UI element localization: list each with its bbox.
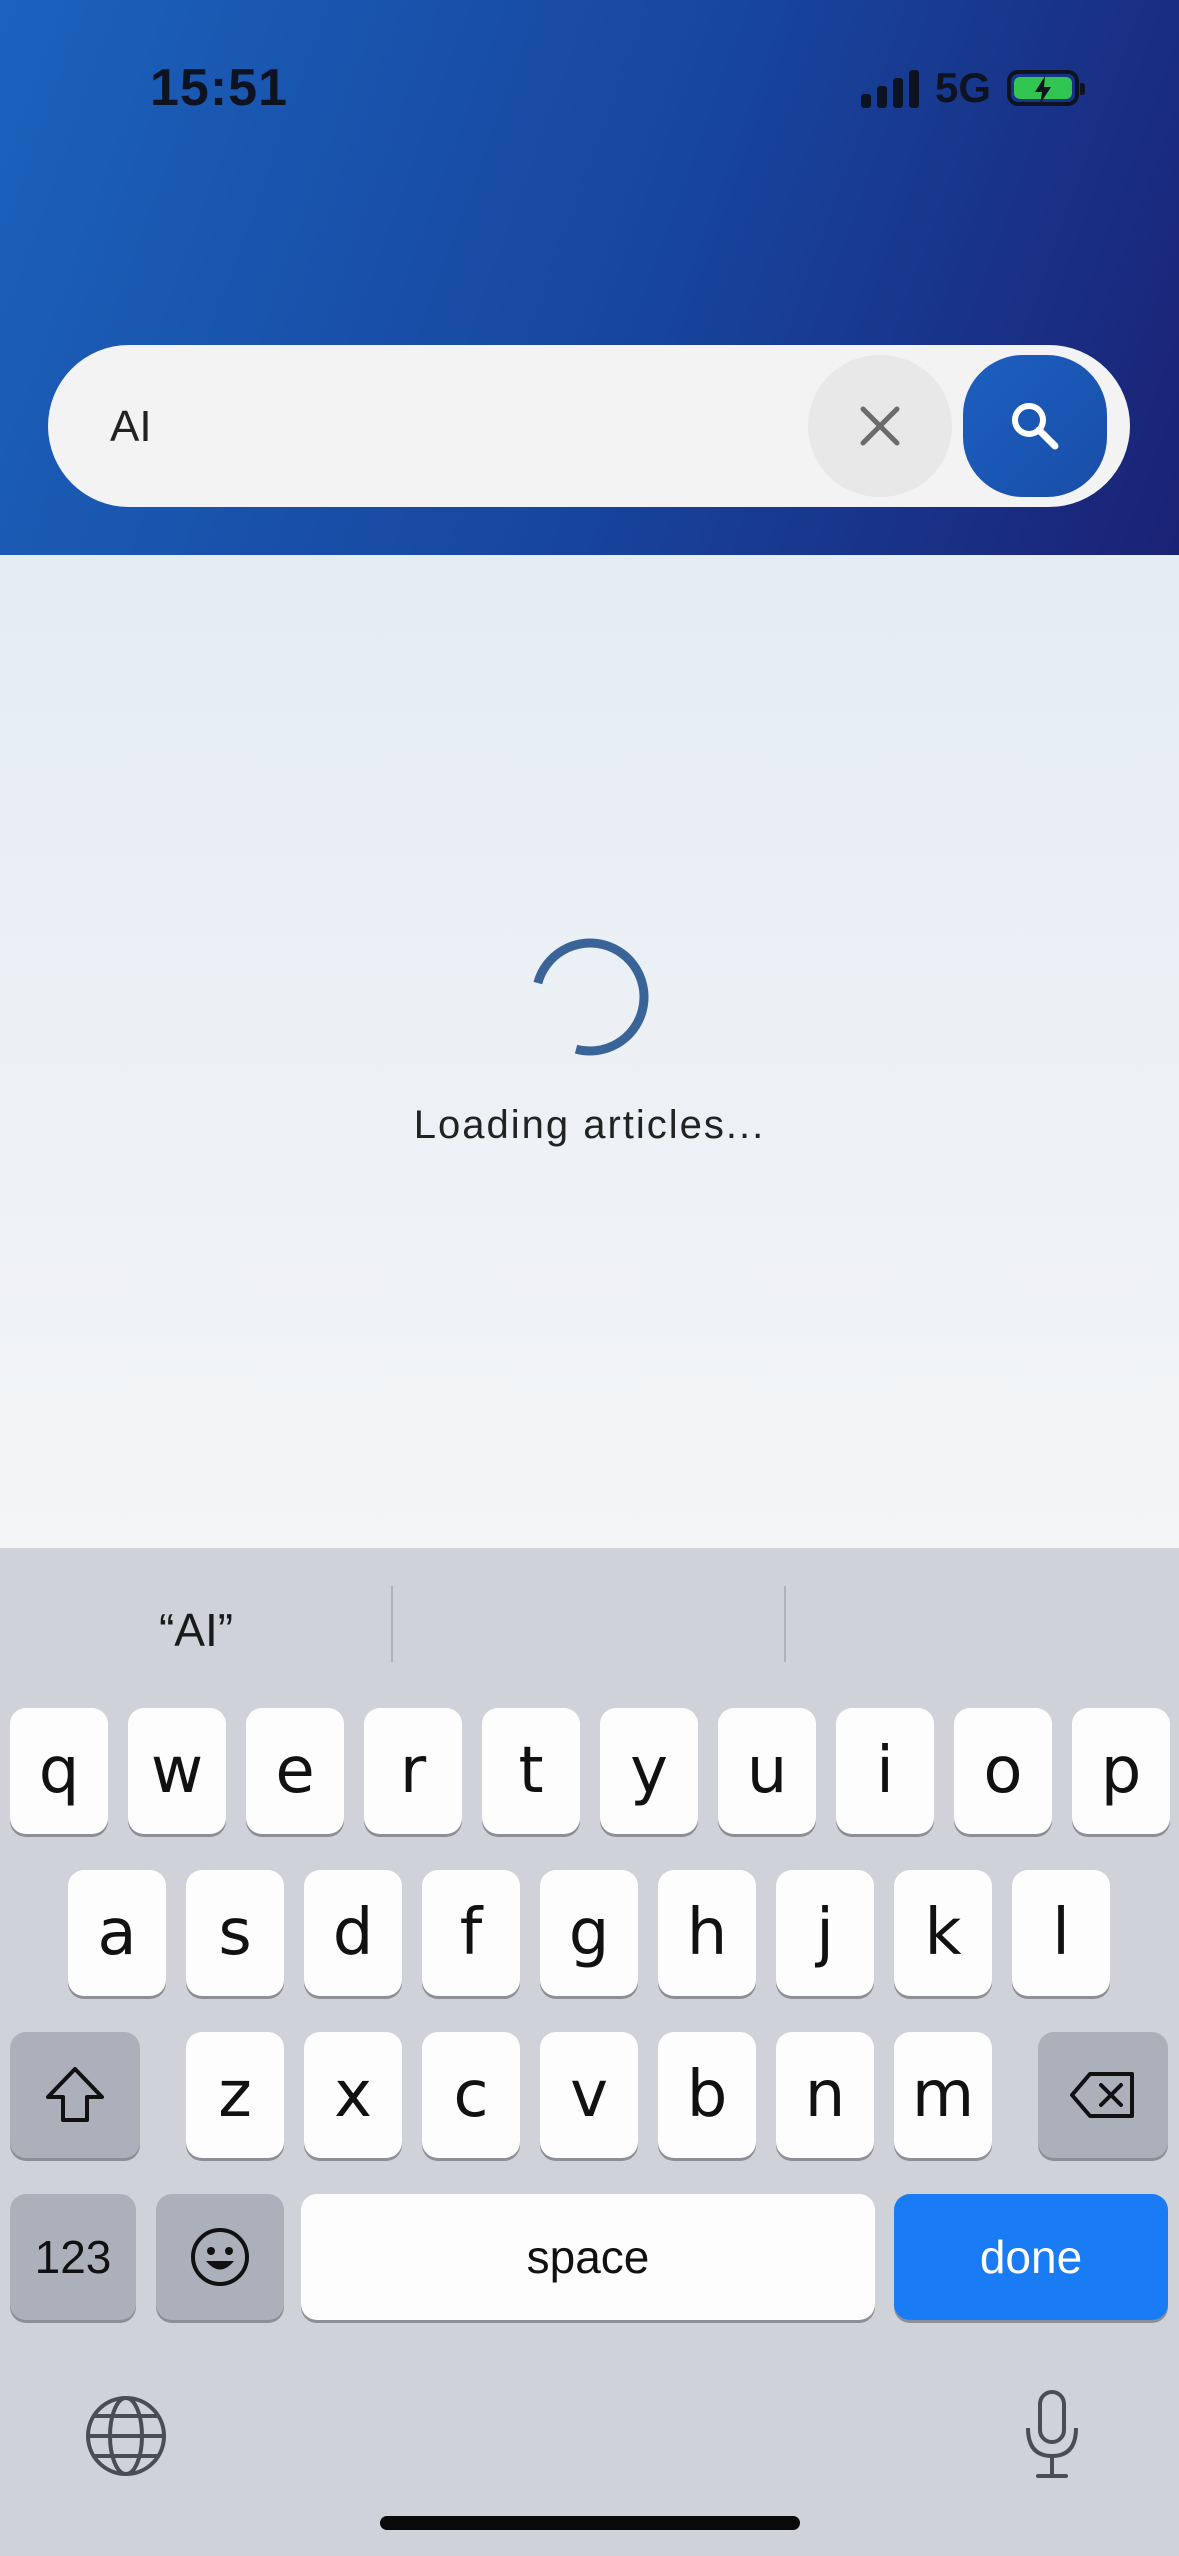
key-k[interactable]: k <box>894 1870 992 1996</box>
globe-icon[interactable] <box>84 2394 168 2478</box>
network-label: 5G <box>934 64 991 111</box>
shift-key[interactable] <box>10 2032 140 2158</box>
results-area: Loading articles... <box>0 555 1179 1548</box>
key-m[interactable]: m <box>894 2032 992 2158</box>
numbers-key[interactable]: 123 <box>10 2194 136 2320</box>
suggestion-bar: “AI” <box>0 1548 1179 1698</box>
key-z[interactable]: z <box>186 2032 284 2158</box>
key-o[interactable]: o <box>954 1708 1052 1834</box>
microphone-icon[interactable] <box>1020 2388 1084 2480</box>
close-icon <box>860 406 900 446</box>
key-n[interactable]: n <box>776 2032 874 2158</box>
key-y[interactable]: y <box>600 1708 698 1834</box>
battery-charging-icon <box>1007 70 1085 106</box>
key-d[interactable]: d <box>304 1870 402 1996</box>
key-b[interactable]: b <box>658 2032 756 2158</box>
app-header: 15:51 5G <box>0 0 1179 555</box>
key-s[interactable]: s <box>186 1870 284 1996</box>
key-f[interactable]: f <box>422 1870 520 1996</box>
key-a[interactable]: a <box>68 1870 166 1996</box>
delete-icon <box>1070 2072 1134 2118</box>
key-j[interactable]: j <box>776 1870 874 1996</box>
key-e[interactable]: e <box>246 1708 344 1834</box>
keyboard: “AI” q w e r t y u i o p a s d f g h j k… <box>0 1548 1179 2556</box>
key-v[interactable]: v <box>540 2032 638 2158</box>
delete-key[interactable] <box>1038 2032 1168 2158</box>
search-button[interactable] <box>963 355 1107 497</box>
key-w[interactable]: w <box>128 1708 226 1834</box>
key-x[interactable]: x <box>304 2032 402 2158</box>
key-p[interactable]: p <box>1072 1708 1170 1834</box>
loading-text: Loading articles... <box>413 1103 766 1147</box>
emoji-key[interactable] <box>156 2194 284 2320</box>
status-icons: 5G <box>860 64 1085 112</box>
signal-icon <box>860 68 919 108</box>
key-c[interactable]: c <box>422 2032 520 2158</box>
key-h[interactable]: h <box>658 1870 756 1996</box>
home-indicator[interactable] <box>380 2516 800 2530</box>
status-time: 15:51 <box>150 59 288 117</box>
clear-search-button[interactable] <box>808 355 952 497</box>
key-q[interactable]: q <box>10 1708 108 1834</box>
search-input[interactable] <box>108 391 812 463</box>
key-u[interactable]: u <box>718 1708 816 1834</box>
done-key[interactable]: done <box>894 2194 1168 2320</box>
key-l[interactable]: l <box>1012 1870 1110 1996</box>
emoji-icon <box>191 2228 249 2286</box>
key-t[interactable]: t <box>482 1708 580 1834</box>
key-g[interactable]: g <box>540 1870 638 1996</box>
key-r[interactable]: r <box>364 1708 462 1834</box>
key-i[interactable]: i <box>836 1708 934 1834</box>
space-key[interactable]: space <box>301 2194 875 2320</box>
shift-icon <box>46 2067 104 2122</box>
search-bar <box>48 345 1130 507</box>
suggestion-item[interactable]: “AI” <box>0 1603 392 1657</box>
search-icon <box>1012 403 1059 450</box>
spinner-icon <box>533 938 649 1056</box>
